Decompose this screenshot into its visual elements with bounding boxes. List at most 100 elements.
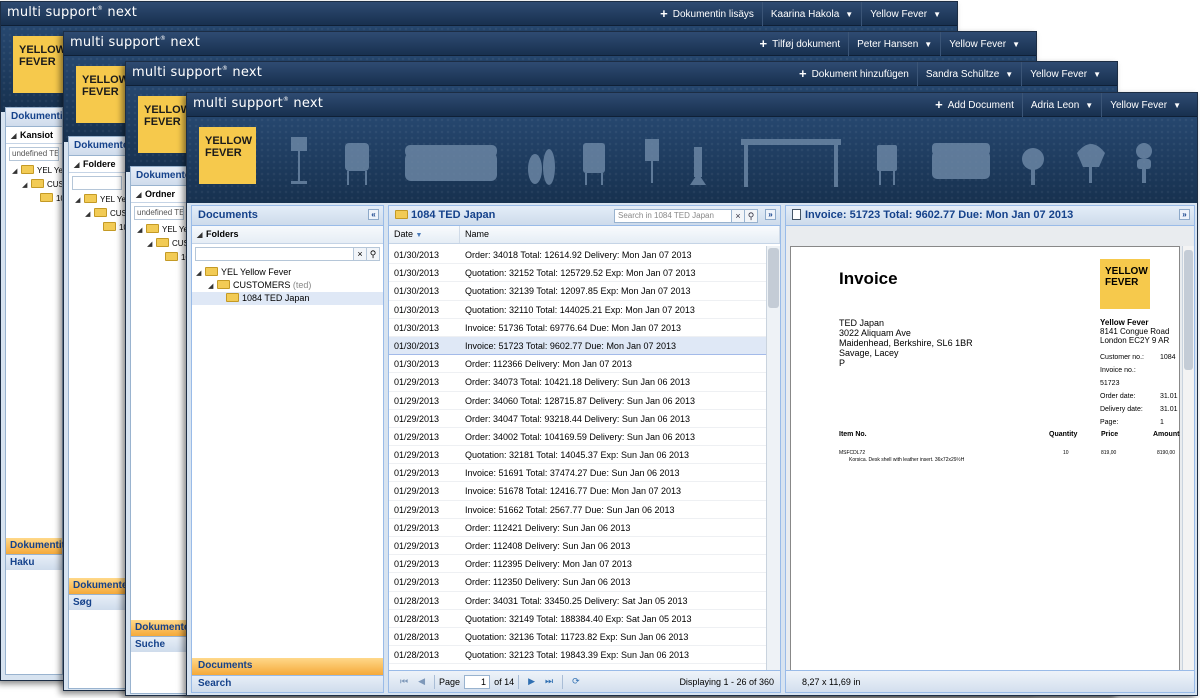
add-document-button[interactable]: + Dokument hinzufügen xyxy=(791,62,917,86)
tree-item[interactable]: ◢ CUSTOI xyxy=(137,237,187,251)
tree-item[interactable]: ◢ YEL Yellow xyxy=(137,223,187,237)
invoice-heading: Invoice xyxy=(839,269,898,288)
row-date: 01/30/2013 xyxy=(394,340,440,351)
table-row[interactable]: 01/29/2013 Invoice: 51662 Total: 2567.77 … xyxy=(389,501,766,519)
table-row[interactable]: 01/30/2013 Invoice: 51736 Total: 69776.64… xyxy=(389,319,766,337)
page-input[interactable]: 1 xyxy=(464,674,491,689)
column-name[interactable]: Name xyxy=(460,226,780,243)
tree-item-ted-japan[interactable]: 1084 TED Japan xyxy=(192,292,383,305)
folders-header[interactable]: ◢ Ordner xyxy=(131,186,187,203)
table-row[interactable]: 01/28/2013 Quotation: 32149 Total: 188384… xyxy=(389,610,766,628)
collapse-left-icon[interactable]: « xyxy=(368,209,379,220)
company-menu[interactable]: Yellow Fever ▼ xyxy=(1101,93,1189,117)
search-icon[interactable]: ⚲ xyxy=(745,209,758,223)
tree-item[interactable]: ◢ CUSTO xyxy=(12,178,62,192)
folders-header[interactable]: ◢ Kansiot xyxy=(6,127,62,144)
add-document-button[interactable]: + Add Document xyxy=(927,93,1022,117)
table-row[interactable]: 01/29/2013 Order: 34002 Total: 104169.59 … xyxy=(389,428,766,447)
first-page-icon[interactable]: ⏮ xyxy=(400,676,408,687)
tree-item[interactable]: 1084 xyxy=(75,221,125,234)
scroll-thumb[interactable] xyxy=(1184,250,1193,370)
table-row[interactable]: 01/29/2013 Order: 34073 Total: 10421.18 D… xyxy=(389,373,766,392)
tree-item[interactable]: ◢ CUSTO xyxy=(75,207,125,221)
folder-filter-input[interactable] xyxy=(195,247,354,261)
add-document-button[interactable]: + Tilføj dokument xyxy=(752,32,849,56)
tree-item[interactable]: 1084 xyxy=(137,251,187,264)
preview-scrollbar[interactable] xyxy=(1182,246,1194,670)
next-page-icon[interactable]: ▶ xyxy=(528,676,535,687)
table-row[interactable]: 01/29/2013 Order: 34060 Total: 128715.87 … xyxy=(389,392,766,410)
table-row[interactable]: 01/28/2013 Quotation: 32123 Total: 19843.… xyxy=(389,646,766,665)
refresh-icon[interactable]: ⟳ xyxy=(572,676,580,687)
title-bar: multi support® next + Dokument hinzufügen… xyxy=(126,62,1117,86)
invoice-meta: Customer no.: 1084 Invoice no.: 51723 Orde… xyxy=(1100,351,1179,429)
user-menu[interactable]: Sandra Schültze ▼ xyxy=(916,62,1021,86)
table-row[interactable]: 01/29/2013 Order: 112408 Delivery: Sun Ja… xyxy=(389,537,766,556)
item-amount: 8190,00 xyxy=(1157,450,1176,456)
prev-page-icon[interactable]: ◀ xyxy=(418,676,425,687)
table-row[interactable]: 01/30/2013 Order: 112366 Delivery: Mon Ja… xyxy=(389,355,766,374)
documents-tab[interactable]: Dokumente xyxy=(131,620,189,636)
table-row[interactable]: 01/29/2013 Invoice: 51691 Total: 37474.27… xyxy=(389,464,766,483)
search-tab[interactable]: Søg xyxy=(69,594,125,610)
list-scrollbar[interactable] xyxy=(766,246,780,670)
tree-item-root[interactable]: ◢ YEL Yellow Fever xyxy=(192,266,383,279)
clear-icon[interactable]: × xyxy=(354,247,367,261)
table-row[interactable]: 01/30/2013 Order: 34018 Total: 12614.92 D… xyxy=(389,246,766,265)
folders-header[interactable]: ◢ Foldere xyxy=(69,156,125,173)
table-row[interactable]: 01/28/2013 Order: 34031 Total: 33450.25 D… xyxy=(389,592,766,610)
table-row[interactable]: 01/29/2013 Order: 112421 Delivery: Sun Ja… xyxy=(389,519,766,537)
last-page-icon[interactable]: ⏭ xyxy=(545,676,553,687)
search-tab[interactable]: Haku xyxy=(6,554,62,570)
search-tab[interactable]: Suche xyxy=(131,636,187,652)
sort-down-icon: ▼ xyxy=(415,232,423,239)
app-suffix: next xyxy=(170,35,201,50)
heater-icon xyxy=(694,147,702,177)
company-menu[interactable]: Yellow Fever ▼ xyxy=(861,2,949,26)
collapse-right-icon[interactable]: » xyxy=(1179,209,1190,220)
table-row[interactable]: 01/29/2013 Order: 112395 Delivery: Mon Ja… xyxy=(389,555,766,574)
table-row[interactable]: 01/28/2013 Quotation: 32136 Total: 11723.… xyxy=(389,628,766,647)
company-menu[interactable]: Yellow Fever ▼ xyxy=(940,32,1028,56)
tree-item[interactable]: ◢ YEL Yellow xyxy=(12,164,62,178)
documents-tab[interactable]: Dokumentit xyxy=(6,538,65,554)
user-name: Peter Hansen xyxy=(857,38,919,50)
tree-item-customers[interactable]: ◢ CUSTOMERS (ted) xyxy=(192,279,383,292)
company-menu[interactable]: Yellow Fever ▼ xyxy=(1021,62,1109,86)
table-row[interactable]: 01/29/2013 Quotation: 32181 Total: 14045.… xyxy=(389,446,766,465)
user-menu[interactable]: Adria Leon ▼ xyxy=(1021,93,1101,117)
row-name: Quotation: 32181 Total: 14045.37 Exp: Su… xyxy=(465,450,690,461)
column-date[interactable]: Date ▼ xyxy=(389,226,460,243)
loveseat-icon xyxy=(932,151,990,179)
table-row[interactable]: 01/29/2013 Order: 112350 Delivery: Sun Ja… xyxy=(389,573,766,592)
user-menu[interactable]: Kaarina Hakola ▼ xyxy=(761,2,861,26)
folder-filter-input[interactable]: undefined TED xyxy=(134,206,184,220)
sender-line: London EC2Y 9 AR xyxy=(1100,336,1170,345)
table-row[interactable]: 01/30/2013 Invoice: 51723 Total: 9602.77 … xyxy=(389,336,766,356)
folder-filter-input[interactable] xyxy=(72,176,122,190)
clear-icon[interactable]: × xyxy=(732,209,745,223)
document-list-panel: 1084 TED Japan Search in 1084 TED Japan … xyxy=(388,205,781,693)
table-row[interactable]: 01/30/2013 Quotation: 32110 Total: 144025… xyxy=(389,301,766,319)
folder-icon xyxy=(21,165,34,174)
folder-filter-input[interactable]: undefined TED xyxy=(9,147,59,161)
table-row[interactable]: 01/29/2013 Order: 34047 Total: 93218.44 D… xyxy=(389,410,766,428)
documents-tab[interactable]: Documents xyxy=(192,658,383,675)
table-row[interactable]: 01/30/2013 Quotation: 32152 Total: 125729… xyxy=(389,264,766,283)
search-input[interactable]: Search in 1084 TED Japan xyxy=(614,209,732,223)
documents-tab[interactable]: Dokumenter xyxy=(69,578,131,594)
add-document-button[interactable]: + Dokumentin lisäys xyxy=(652,2,762,26)
tree-item[interactable]: ◢ YEL Yellow xyxy=(75,193,125,207)
scroll-thumb[interactable] xyxy=(768,248,779,308)
table-row[interactable]: 01/30/2013 Quotation: 32139 Total: 12097.… xyxy=(389,282,766,301)
panel-header: Invoice: 51723 Total: 9602.77 Due: Mon J… xyxy=(786,206,1194,226)
expand-options-icon[interactable]: » xyxy=(765,209,776,220)
meta-label: Page: xyxy=(1100,419,1119,426)
row-name: Invoice: 51662 Total: 2567.77 Due: Sun J… xyxy=(465,504,675,515)
search-icon[interactable]: ⚲ xyxy=(367,247,380,261)
search-tab[interactable]: Search xyxy=(192,675,383,692)
folders-header[interactable]: ◢ Folders xyxy=(192,226,383,244)
table-row[interactable]: 01/29/2013 Invoice: 51678 Total: 12416.77… xyxy=(389,482,766,501)
tree-item[interactable]: 1084 xyxy=(12,192,62,205)
user-menu[interactable]: Peter Hansen ▼ xyxy=(848,32,940,56)
